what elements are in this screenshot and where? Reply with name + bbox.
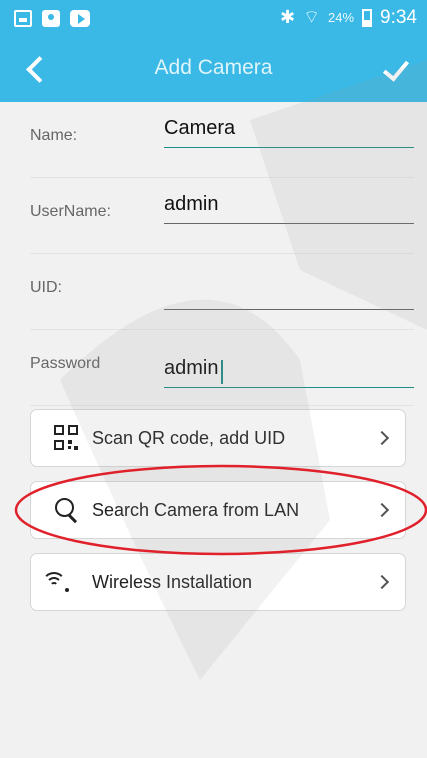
password-label: Password <box>30 355 101 372</box>
password-row: Password <box>30 330 414 406</box>
battery-percent: 24% <box>327 10 355 25</box>
uid-label: UID: <box>30 279 62 296</box>
username-field[interactable] <box>164 186 414 224</box>
qr-code-icon <box>54 425 80 451</box>
scan-qr-button[interactable]: Scan QR code, add UID <box>30 409 406 467</box>
chevron-right-icon <box>374 502 390 518</box>
system-indicators: ✱ ⌔ 24% 9:34 <box>280 6 417 29</box>
app-header: Add Camera <box>0 38 427 102</box>
wireless-label: Wireless Installation <box>92 572 253 592</box>
video-notification-icon <box>70 10 90 27</box>
search-lan-label: Search Camera from LAN <box>92 500 300 520</box>
name-label: Name: <box>30 127 78 144</box>
chevron-right-icon <box>374 574 390 590</box>
name-field[interactable] <box>164 110 414 148</box>
search-lan-button[interactable]: Search Camera from LAN <box>30 481 406 539</box>
wireless-install-button[interactable]: Wireless Installation <box>30 553 406 611</box>
status-bar: ✱ ⌔ 24% 9:34 <box>0 0 427 38</box>
page-title: Add Camera <box>154 56 273 79</box>
wifi-status-icon: ⌔ <box>303 7 320 27</box>
text-cursor <box>221 360 223 384</box>
gallery-notification-icon <box>14 10 32 27</box>
add-camera-form: Name: UserName: UID: Password Scan QR co… <box>0 102 427 758</box>
notification-icons <box>14 10 90 27</box>
name-row: Name: <box>30 102 414 178</box>
battery-icon <box>362 8 373 27</box>
username-row: UserName: <box>30 178 414 254</box>
uid-row: UID: <box>30 254 414 330</box>
username-label: UserName: <box>30 203 111 220</box>
password-field[interactable] <box>164 350 414 388</box>
uid-field[interactable] <box>164 272 414 310</box>
scan-qr-label: Scan QR code, add UID <box>92 428 286 448</box>
app-screen: ✱ ⌔ 24% 9:34 Add Camera Name: UserName: … <box>0 0 427 758</box>
contact-notification-icon <box>42 10 60 27</box>
checkmark-icon[interactable] <box>379 52 413 86</box>
bluetooth-icon: ✱ <box>279 7 296 27</box>
clock: 9:34 <box>380 6 417 28</box>
chevron-right-icon <box>374 430 390 446</box>
